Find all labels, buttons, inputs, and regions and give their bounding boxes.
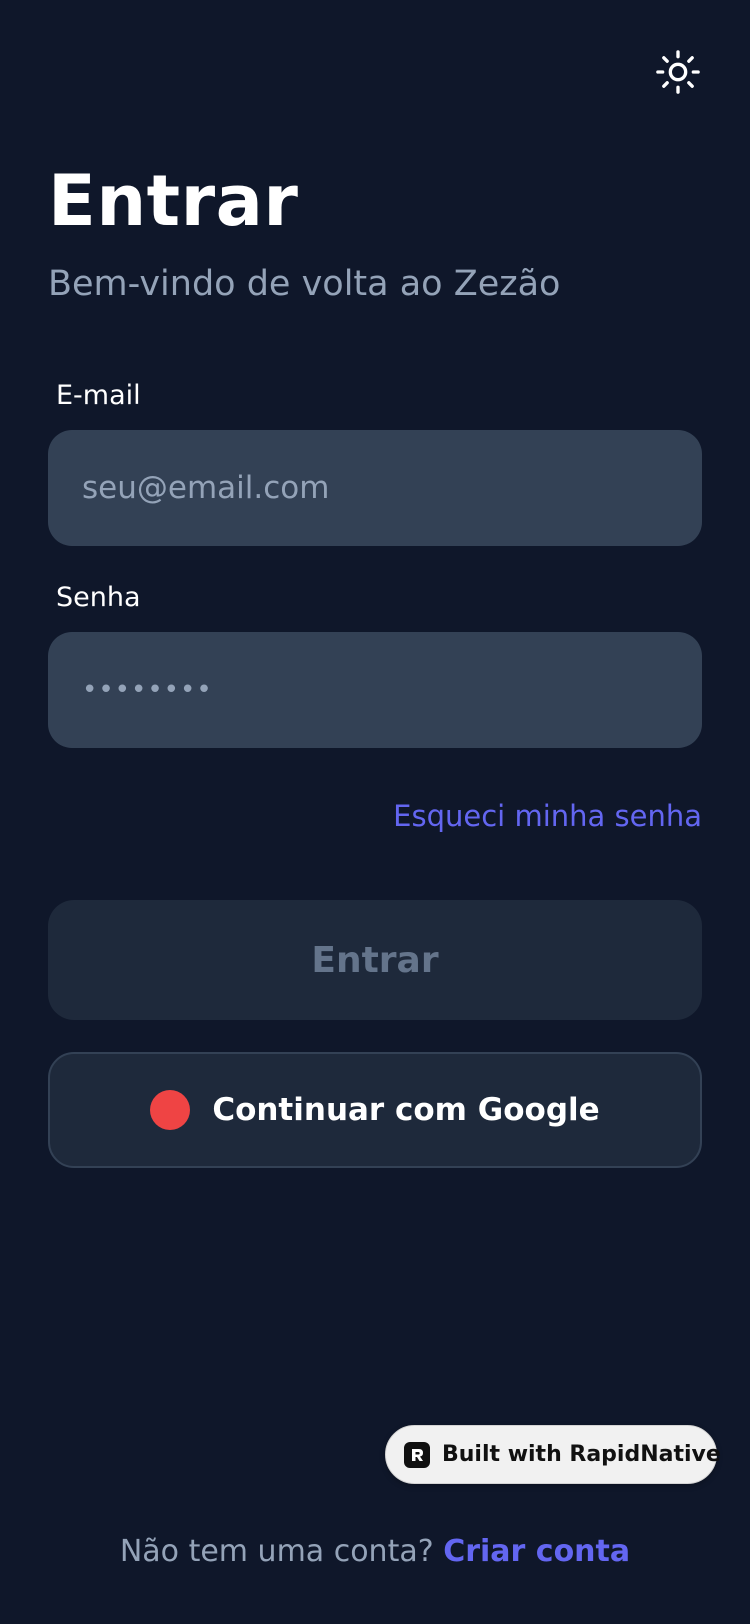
rapidnative-logo-icon [404,1441,430,1468]
google-login-label: Continuar com Google [212,1092,600,1128]
signup-prompt-text: Não tem uma conta? [119,1534,434,1569]
google-dot-icon [150,1090,191,1130]
password-label: Senha [56,582,141,613]
password-input[interactable] [48,632,702,748]
built-with-badge-text: Built with RapidNative [442,1442,721,1467]
signup-prompt: Não tem uma conta? Criar conta [0,1532,750,1572]
page-title: Entrar [48,160,299,242]
login-button[interactable]: Entrar [48,900,702,1020]
google-login-button[interactable]: Continuar com Google [48,1052,702,1168]
sun-icon [656,50,700,94]
page-subtitle: Bem-vindo de volta ao Zezão [48,264,561,304]
forgot-password-link[interactable]: Esqueci minha senha [393,798,702,834]
email-input[interactable] [48,430,702,546]
theme-toggle-button[interactable] [654,48,702,96]
built-with-badge[interactable]: Built with RapidNative [385,1425,721,1484]
email-label: E-mail [56,380,141,411]
create-account-link[interactable]: Criar conta [443,1534,630,1569]
